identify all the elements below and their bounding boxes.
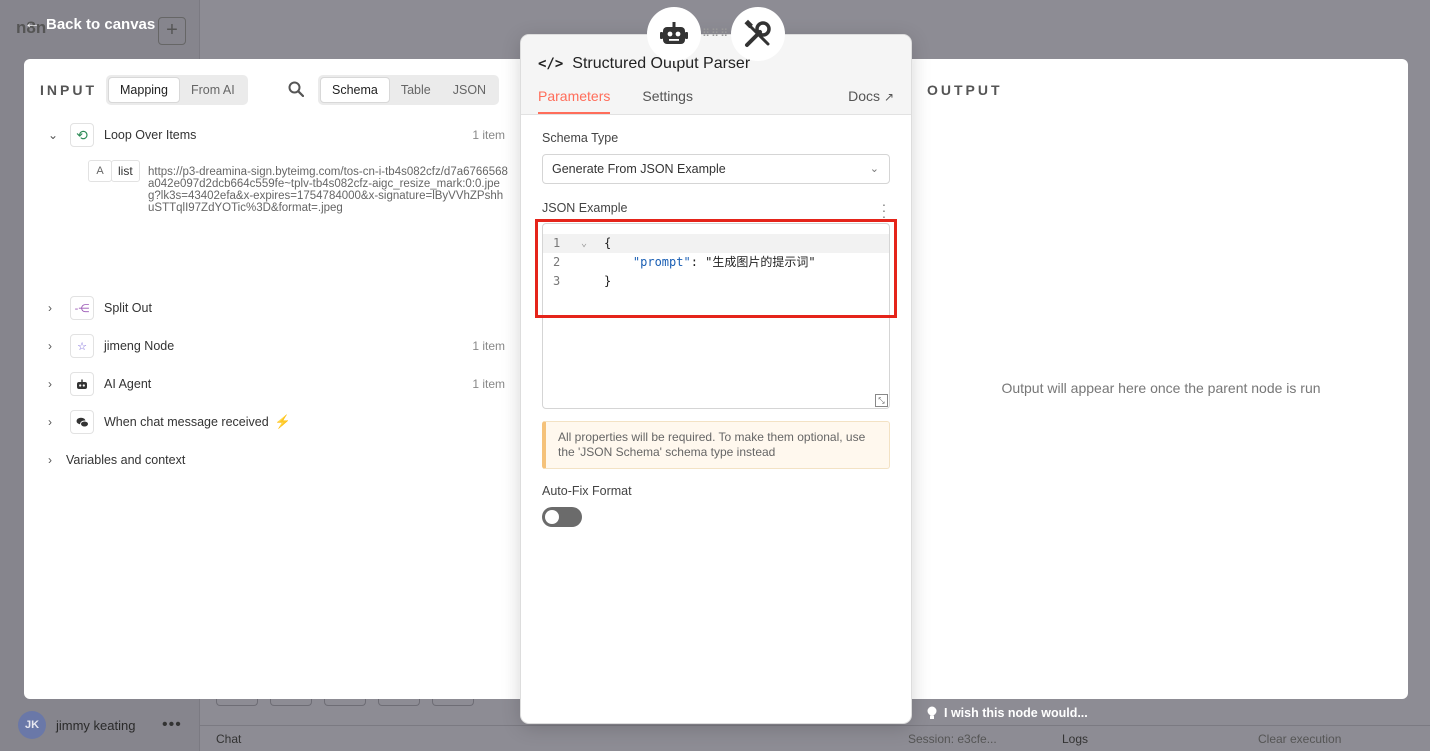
chevron-right-icon[interactable]: › <box>48 377 62 391</box>
tree-item-loop-over-items[interactable]: ⌄ ⟲ Loop Over Items 1 item <box>48 121 508 149</box>
code-icon: </> <box>538 56 564 72</box>
tab-schema[interactable]: Schema <box>320 77 390 103</box>
lightbulb-icon <box>927 706 937 719</box>
node-header: </> Structured Output Parser Parameters … <box>521 35 911 115</box>
node-title[interactable]: </> Structured Output Parser <box>538 55 750 73</box>
tree-item-label: jimeng Node <box>104 339 175 353</box>
tab-mapping[interactable]: Mapping <box>108 77 180 103</box>
resize-handle-icon[interactable]: ⤡ <box>875 394 888 407</box>
back-to-canvas-link[interactable]: ← Back to canvas <box>24 15 155 33</box>
user-menu[interactable]: JK jimmy keating <box>18 711 135 739</box>
chevron-right-icon[interactable]: › <box>48 415 62 429</box>
drag-handle-icon[interactable]: ⠿⠿⠿ <box>702 27 729 40</box>
session-label: Session: e3cfe... <box>908 732 997 746</box>
autofix-toggle[interactable] <box>542 507 582 527</box>
jimeng-icon: ☆ <box>70 334 94 358</box>
chevron-right-icon[interactable]: › <box>48 453 62 467</box>
clear-execution-button[interactable]: Clear execution <box>1258 732 1341 746</box>
chat-tab[interactable]: Chat <box>216 732 241 746</box>
tab-table[interactable]: Table <box>390 77 442 103</box>
add-button[interactable]: + <box>158 17 186 45</box>
tree-item-label: When chat message received <box>104 415 269 429</box>
autofix-label: Auto-Fix Format <box>542 484 632 498</box>
schema-type-label: Schema Type <box>542 131 619 145</box>
tree-item-label: AI Agent <box>104 377 152 391</box>
json-example-label: JSON Example <box>542 201 628 215</box>
ai-agent-connection-button[interactable] <box>647 7 701 61</box>
output-pane: OUTPUT Output will appear here once the … <box>911 59 1408 699</box>
view-toggle: Schema Table JSON <box>318 75 500 105</box>
toggle-knob <box>545 510 559 524</box>
tab-json[interactable]: JSON <box>442 77 497 103</box>
field-key[interactable]: list <box>111 160 140 182</box>
feedback-label: I wish this node would... <box>944 706 1088 720</box>
output-title: OUTPUT <box>927 82 1003 98</box>
docs-label: Docs <box>848 88 881 104</box>
schema-type-select[interactable]: Generate From JSON Example ⌄ <box>542 154 890 184</box>
field-value: https://p3-dreamina-sign.byteimg.com/tos… <box>148 166 508 214</box>
tab-settings[interactable]: Settings <box>642 88 693 114</box>
tree-item-ai-agent[interactable]: › AI Agent 1 item <box>48 370 508 398</box>
chevron-down-icon[interactable]: ⌄ <box>48 128 62 142</box>
tools-connection-button[interactable] <box>731 7 785 61</box>
robot-icon <box>660 22 688 44</box>
schema-type-value: Generate From JSON Example <box>552 162 726 176</box>
tree-item-label: Variables and context <box>66 453 186 467</box>
user-name: jimmy keating <box>56 717 136 733</box>
tree-item-split-out[interactable]: › -⋲ Split Out <box>48 294 508 322</box>
tools-icon <box>744 19 771 47</box>
chat-bubbles-icon <box>70 410 94 434</box>
avatar: JK <box>18 711 46 739</box>
robot-icon <box>70 372 94 396</box>
input-title: INPUT <box>40 82 97 98</box>
mapping-toggle: Mapping From AI <box>106 75 248 105</box>
chevron-right-icon[interactable]: › <box>48 301 62 315</box>
item-count: 1 item <box>472 377 505 391</box>
user-options-icon[interactable]: ••• <box>162 716 182 734</box>
back-to-canvas-label: Back to canvas <box>46 15 156 33</box>
notice-box: All properties will be required. To make… <box>542 421 890 469</box>
chevron-down-icon: ⌄ <box>869 163 879 175</box>
loop-icon: ⟲ <box>70 123 94 147</box>
trigger-bolt-icon: ⚡ <box>274 414 291 429</box>
tree-item-label: Split Out <box>104 301 152 315</box>
bottom-bar: Chat Session: e3cfe... Logs Clear execut… <box>200 725 1430 751</box>
annotation-highlight-box <box>535 219 897 318</box>
item-count: 1 item <box>472 339 505 353</box>
feedback-link[interactable]: I wish this node would... <box>926 706 1088 720</box>
tab-from-ai[interactable]: From AI <box>180 77 246 103</box>
node-settings-panel: ⠿⠿⠿ </> Structured Output Parser Paramet… <box>521 7 911 723</box>
tree-item-variables[interactable]: › Variables and context <box>42 446 502 474</box>
tree-item-chat-trigger[interactable]: › When chat message received ⚡ <box>48 408 508 436</box>
item-count: 1 item <box>472 128 505 142</box>
external-link-icon: ↗ <box>883 90 894 104</box>
split-out-icon: -⋲ <box>70 296 94 320</box>
node-tabs: Parameters Settings <box>538 88 693 114</box>
tree-item-label: Loop Over Items <box>104 128 197 142</box>
options-icon[interactable]: · · · <box>881 197 887 223</box>
input-pane: INPUT Mapping From AI Schema Table JSON … <box>24 59 521 699</box>
docs-link[interactable]: Docs ↗ <box>848 88 894 104</box>
chevron-right-icon[interactable]: › <box>48 339 62 353</box>
tree-item-jimeng-node[interactable]: › ☆ jimeng Node 1 item <box>48 332 508 360</box>
arrow-left-icon: ← <box>24 15 40 32</box>
tab-parameters[interactable]: Parameters <box>538 88 611 114</box>
output-empty-message: Output will appear here once the parent … <box>1001 380 1321 396</box>
search-icon[interactable] <box>288 81 304 97</box>
logs-tab[interactable]: Logs <box>1062 732 1088 746</box>
string-type-icon: A <box>88 160 112 182</box>
